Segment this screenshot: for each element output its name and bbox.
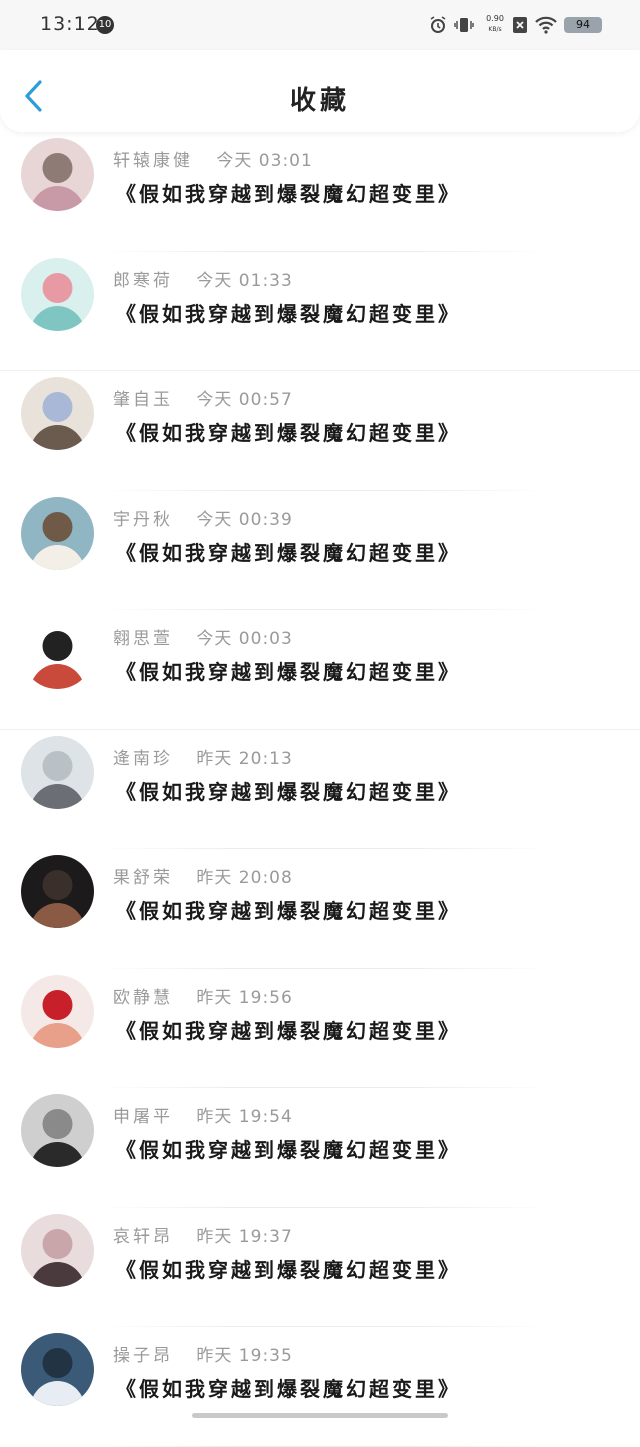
vibrate-icon — [454, 15, 474, 35]
favorite-time: 昨天 20:13 — [196, 748, 293, 769]
story-title[interactable]: 《假如我穿越到爆裂魔幻超变里》 — [116, 656, 461, 685]
avatar[interactable] — [21, 377, 94, 450]
avatar[interactable] — [21, 257, 94, 331]
favorite-time: 今天 01:33 — [196, 270, 293, 291]
app-header: 收藏 — [0, 50, 640, 132]
author-name: 操子昂 — [113, 1346, 173, 1366]
list-item[interactable]: 哀轩昂 昨天 19:37 《假如我穿越到爆裂魔幻超变里》 — [0, 1208, 640, 1327]
author-name: 郎寒荷 — [113, 270, 173, 291]
avatar[interactable] — [21, 138, 94, 211]
author-name: 轩辕康健 — [113, 151, 193, 171]
story-title[interactable]: 《假如我穿越到爆裂魔幻超变里》 — [116, 298, 461, 327]
favorites-list: 轩辕康健 今天 03:01 《假如我穿越到爆裂魔幻超变里》 郎寒荷 今天 01:… — [0, 132, 640, 1447]
author-name: 宇丹秋 — [113, 509, 173, 530]
battery-indicator: 94 — [564, 17, 602, 33]
list-item[interactable]: 果舒荣 昨天 20:08 《假如我穿越到爆裂魔幻超变里》 — [0, 849, 640, 969]
no-sim-icon — [510, 15, 530, 35]
favorite-time: 今天 00:03 — [196, 629, 293, 649]
story-title[interactable]: 《假如我穿越到爆裂魔幻超变里》 — [116, 537, 461, 566]
home-indicator[interactable] — [192, 1413, 448, 1418]
list-item[interactable]: 郎寒荷 今天 01:33 《假如我穿越到爆裂魔幻超变里》 — [0, 252, 640, 371]
avatar[interactable] — [21, 616, 94, 689]
story-title[interactable]: 《假如我穿越到爆裂魔幻超变里》 — [116, 1373, 461, 1402]
list-item[interactable]: 申屠平 昨天 19:54 《假如我穿越到爆裂魔幻超变里》 — [0, 1088, 640, 1208]
list-item[interactable]: 逄南珍 昨天 20:13 《假如我穿越到爆裂魔幻超变里》 — [0, 730, 640, 849]
list-item[interactable]: 肇自玉 今天 00:57 《假如我穿越到爆裂魔幻超变里》 — [0, 371, 640, 491]
favorite-time: 今天 00:57 — [196, 390, 293, 410]
author-name: 逄南珍 — [113, 748, 173, 769]
list-item[interactable]: 翱思萱 今天 00:03 《假如我穿越到爆裂魔幻超变里》 — [0, 610, 640, 730]
favorite-time: 今天 03:01 — [216, 151, 313, 171]
author-name: 果舒荣 — [113, 868, 173, 888]
list-item[interactable]: 轩辕康健 今天 03:01 《假如我穿越到爆裂魔幻超变里》 — [0, 132, 640, 252]
story-title[interactable]: 《假如我穿越到爆裂魔幻超变里》 — [116, 1134, 461, 1163]
story-title[interactable]: 《假如我穿越到爆裂魔幻超变里》 — [116, 417, 461, 446]
notification-count-badge: 10 — [96, 16, 114, 34]
net-speed: 0.90 KB/s — [484, 14, 506, 35]
story-title[interactable]: 《假如我穿越到爆裂魔幻超变里》 — [116, 1015, 461, 1044]
favorite-time: 昨天 19:35 — [196, 1346, 293, 1366]
favorite-time: 昨天 20:08 — [196, 868, 293, 888]
story-title[interactable]: 《假如我穿越到爆裂魔幻超变里》 — [116, 178, 461, 207]
avatar[interactable] — [21, 1094, 94, 1167]
list-item[interactable]: 操子昂 昨天 19:35 《假如我穿越到爆裂魔幻超变里》 — [0, 1327, 640, 1447]
list-item[interactable]: 欧静慧 昨天 19:56 《假如我穿越到爆裂魔幻超变里》 — [0, 969, 640, 1088]
story-title[interactable]: 《假如我穿越到爆裂魔幻超变里》 — [116, 895, 461, 924]
favorite-time: 昨天 19:54 — [196, 1107, 293, 1127]
net-speed-unit: KB/s — [488, 26, 502, 33]
alarm-icon — [428, 15, 448, 35]
author-name: 翱思萱 — [113, 629, 173, 649]
divider — [100, 1445, 550, 1447]
net-speed-value: 0.90 — [486, 14, 504, 23]
avatar[interactable] — [21, 855, 94, 928]
story-title[interactable]: 《假如我穿越到爆裂魔幻超变里》 — [116, 1254, 461, 1283]
favorite-time: 今天 00:39 — [196, 509, 293, 530]
avatar[interactable] — [21, 974, 94, 1048]
page-title: 收藏 — [289, 86, 350, 116]
author-name: 申屠平 — [113, 1107, 173, 1127]
avatar[interactable] — [21, 1333, 94, 1406]
status-time: 13:12 — [40, 13, 100, 35]
avatar[interactable] — [21, 1213, 94, 1287]
author-name: 欧静慧 — [113, 987, 173, 1008]
avatar[interactable] — [21, 735, 94, 809]
favorite-time: 昨天 19:37 — [196, 1226, 293, 1247]
wifi-icon — [534, 15, 558, 35]
favorite-time: 昨天 19:56 — [196, 987, 293, 1008]
avatar[interactable] — [21, 496, 94, 570]
story-title[interactable]: 《假如我穿越到爆裂魔幻超变里》 — [116, 776, 461, 805]
list-item[interactable]: 宇丹秋 今天 00:39 《假如我穿越到爆裂魔幻超变里》 — [0, 491, 640, 610]
status-bar: 13:12 10 0.90 KB/s 94 — [0, 0, 640, 50]
author-name: 哀轩昂 — [113, 1226, 173, 1247]
author-name: 肇自玉 — [113, 390, 173, 410]
